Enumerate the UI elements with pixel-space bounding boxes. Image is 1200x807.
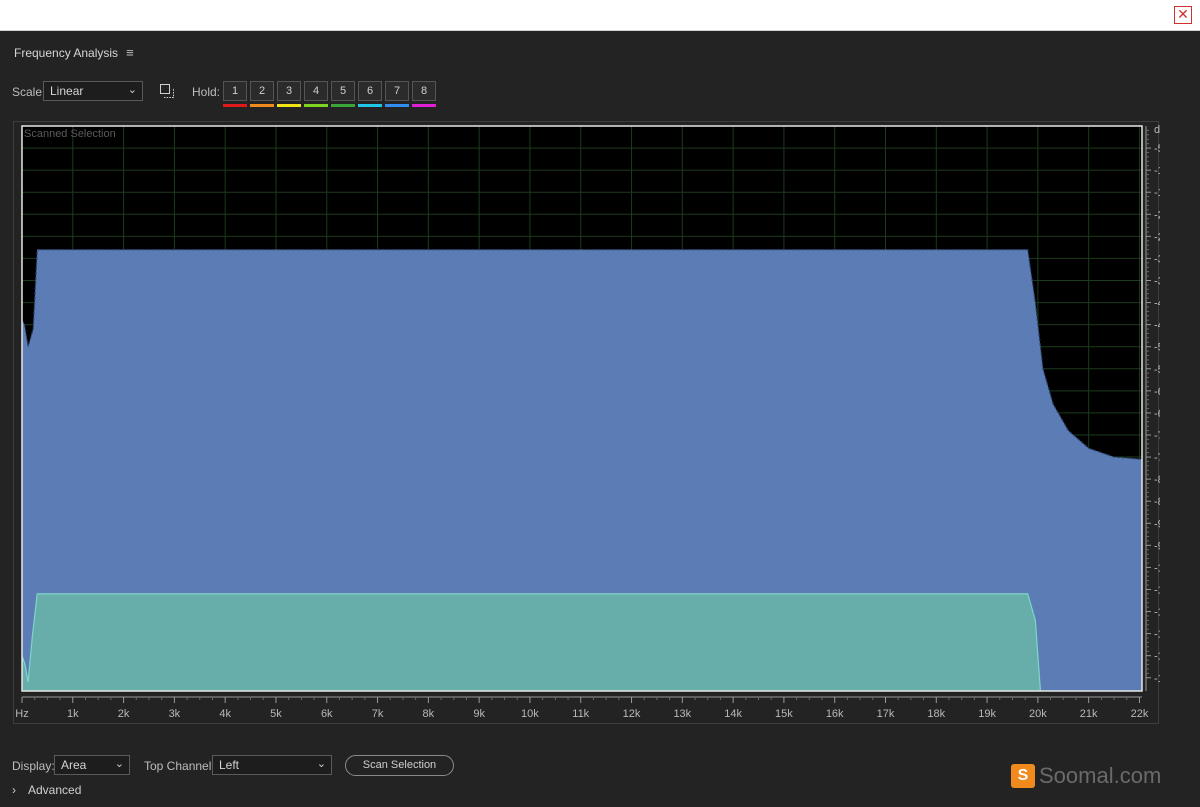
panel-header: Frequency Analysis ≡ <box>14 45 134 60</box>
y-tick-label: -115 <box>1154 629 1160 641</box>
soomal-logo: S <box>1011 764 1035 788</box>
y-tick-label: -65 <box>1154 408 1160 420</box>
x-tick-label: Hz <box>15 708 28 720</box>
x-tick-label: 12k <box>623 708 641 720</box>
display-value: Area <box>61 758 87 772</box>
hold-button-8[interactable]: 8 <box>412 81 436 101</box>
hold-color-bar-3 <box>277 104 301 107</box>
y-tick-label: -30 <box>1154 253 1160 265</box>
y-tick-label: -125 <box>1154 673 1160 685</box>
x-tick-label: 2k <box>118 708 130 720</box>
y-tick-label: -40 <box>1154 298 1160 310</box>
watermark: S Soomal.com <box>1011 763 1161 789</box>
scale-label: Scale: <box>12 85 46 99</box>
x-tick-label: 20k <box>1029 708 1047 720</box>
series-area-2 <box>22 593 1041 691</box>
y-tick-label: -5 <box>1154 143 1160 155</box>
y-tick-label: -10 <box>1154 165 1160 177</box>
close-button[interactable]: ✕ <box>1174 6 1192 24</box>
display-dropdown[interactable]: Area ⌄ <box>54 755 130 775</box>
x-tick-label: 7k <box>372 708 384 720</box>
y-tick-label: -35 <box>1154 275 1160 287</box>
hold-label: Hold: <box>192 85 221 99</box>
spectrum-chart: dB -5 -10 -15 -20 -25 -30 -35 -40 -45 -50 -55 -60 -65… <box>15 124 1160 720</box>
y-tick-label: -105 <box>1154 584 1160 596</box>
hold-button-2[interactable]: 2 <box>250 81 274 101</box>
x-tick-label: 16k <box>826 708 844 720</box>
hold-button-3[interactable]: 3 <box>277 81 301 101</box>
x-tick-label: 22k <box>1131 708 1149 720</box>
scale-value: Linear <box>50 84 84 98</box>
x-tick-label: 3k <box>169 708 181 720</box>
y-tick-label: -95 <box>1154 540 1160 552</box>
bottom-controls: Display: Area ⌄ Top Channel: Left ⌄ Scan… <box>12 755 912 779</box>
hold-color-bar-4 <box>304 104 328 107</box>
panel-title: Frequency Analysis <box>14 45 119 60</box>
hold-button-5[interactable]: 5 <box>331 81 355 101</box>
copy-to-clipboard-icon[interactable] <box>160 84 174 98</box>
hold-color-bar-1 <box>223 104 247 107</box>
spectrum-plot: dB -5 -10 -15 -20 -25 -30 -35 -40 -45 -50 -55 -60 -65… <box>13 121 1160 724</box>
y-tick-label: -110 <box>1154 607 1160 619</box>
window-titlebar: ✕ <box>0 0 1200 31</box>
hold-button-1[interactable]: 1 <box>223 81 247 101</box>
x-tick-label: 19k <box>978 708 996 720</box>
y-tick-label: -15 <box>1154 187 1160 199</box>
x-tick-label: 18k <box>927 708 945 720</box>
x-tick-label: 6k <box>321 708 333 720</box>
y-tick-label: -70 <box>1154 430 1160 442</box>
hold-color-bar-7 <box>385 104 409 107</box>
display-label: Display: <box>12 759 55 773</box>
hold-button-7[interactable]: 7 <box>385 81 409 101</box>
top-channel-value: Left <box>219 758 240 772</box>
y-tick-label: -50 <box>1154 342 1160 354</box>
x-tick-label: 8k <box>423 708 435 720</box>
x-tick-label: 21k <box>1080 708 1098 720</box>
x-tick-label: 11k <box>572 708 589 720</box>
y-tick-label: -90 <box>1154 518 1160 530</box>
x-tick-label: 13k <box>673 708 691 720</box>
scanned-selection-label: Scanned Selection <box>24 128 116 140</box>
hold-color-bar-8 <box>412 104 436 107</box>
hold-button-6[interactable]: 6 <box>358 81 382 101</box>
y-tick-label: -45 <box>1154 320 1160 332</box>
top-channel-label: Top Channel: <box>144 759 215 773</box>
chevron-down-icon: ⌄ <box>127 84 137 96</box>
x-tick-label: 15k <box>775 708 793 720</box>
advanced-label: Advanced <box>28 783 82 797</box>
y-tick-label: -55 <box>1154 364 1160 376</box>
x-tick-label: 10k <box>521 708 539 720</box>
y-tick-label: -60 <box>1154 386 1160 398</box>
y-tick-label: dB <box>1154 124 1160 136</box>
x-tick-label: 1k <box>67 708 79 720</box>
hold-color-bar-2 <box>250 104 274 107</box>
x-tick-label: 9k <box>473 708 485 720</box>
y-tick-label: -85 <box>1154 496 1160 508</box>
y-tick-label: -25 <box>1154 231 1160 243</box>
scale-dropdown[interactable]: Linear ⌄ <box>43 81 143 101</box>
hold-color-bar-6 <box>358 104 382 107</box>
hold-color-bar-5 <box>331 104 355 107</box>
y-tick-label: -120 <box>1154 651 1160 663</box>
hold-button-4[interactable]: 4 <box>304 81 328 101</box>
x-tick-label: 4k <box>219 708 231 720</box>
chevron-down-icon: ⌄ <box>316 758 326 770</box>
x-tick-label: 5k <box>270 708 282 720</box>
y-tick-label: -20 <box>1154 209 1160 221</box>
chevron-down-icon: ⌄ <box>114 758 124 770</box>
x-tick-label: 17k <box>877 708 895 720</box>
watermark-text: Soomal.com <box>1039 763 1162 788</box>
top-channel-dropdown[interactable]: Left ⌄ <box>212 755 332 775</box>
y-tick-label: -100 <box>1154 562 1160 574</box>
y-tick-label: -80 <box>1154 474 1160 486</box>
chevron-right-icon: › <box>12 783 16 797</box>
scan-selection-button[interactable]: Scan Selection <box>345 755 454 776</box>
advanced-toggle[interactable]: › Advanced <box>12 783 81 797</box>
x-tick-label: 14k <box>724 708 742 720</box>
y-tick-label: -75 <box>1154 452 1160 464</box>
hamburger-icon[interactable]: ≡ <box>126 45 134 60</box>
controls-bar: Scale: Linear ⌄ Hold: 12345678 <box>12 81 612 111</box>
